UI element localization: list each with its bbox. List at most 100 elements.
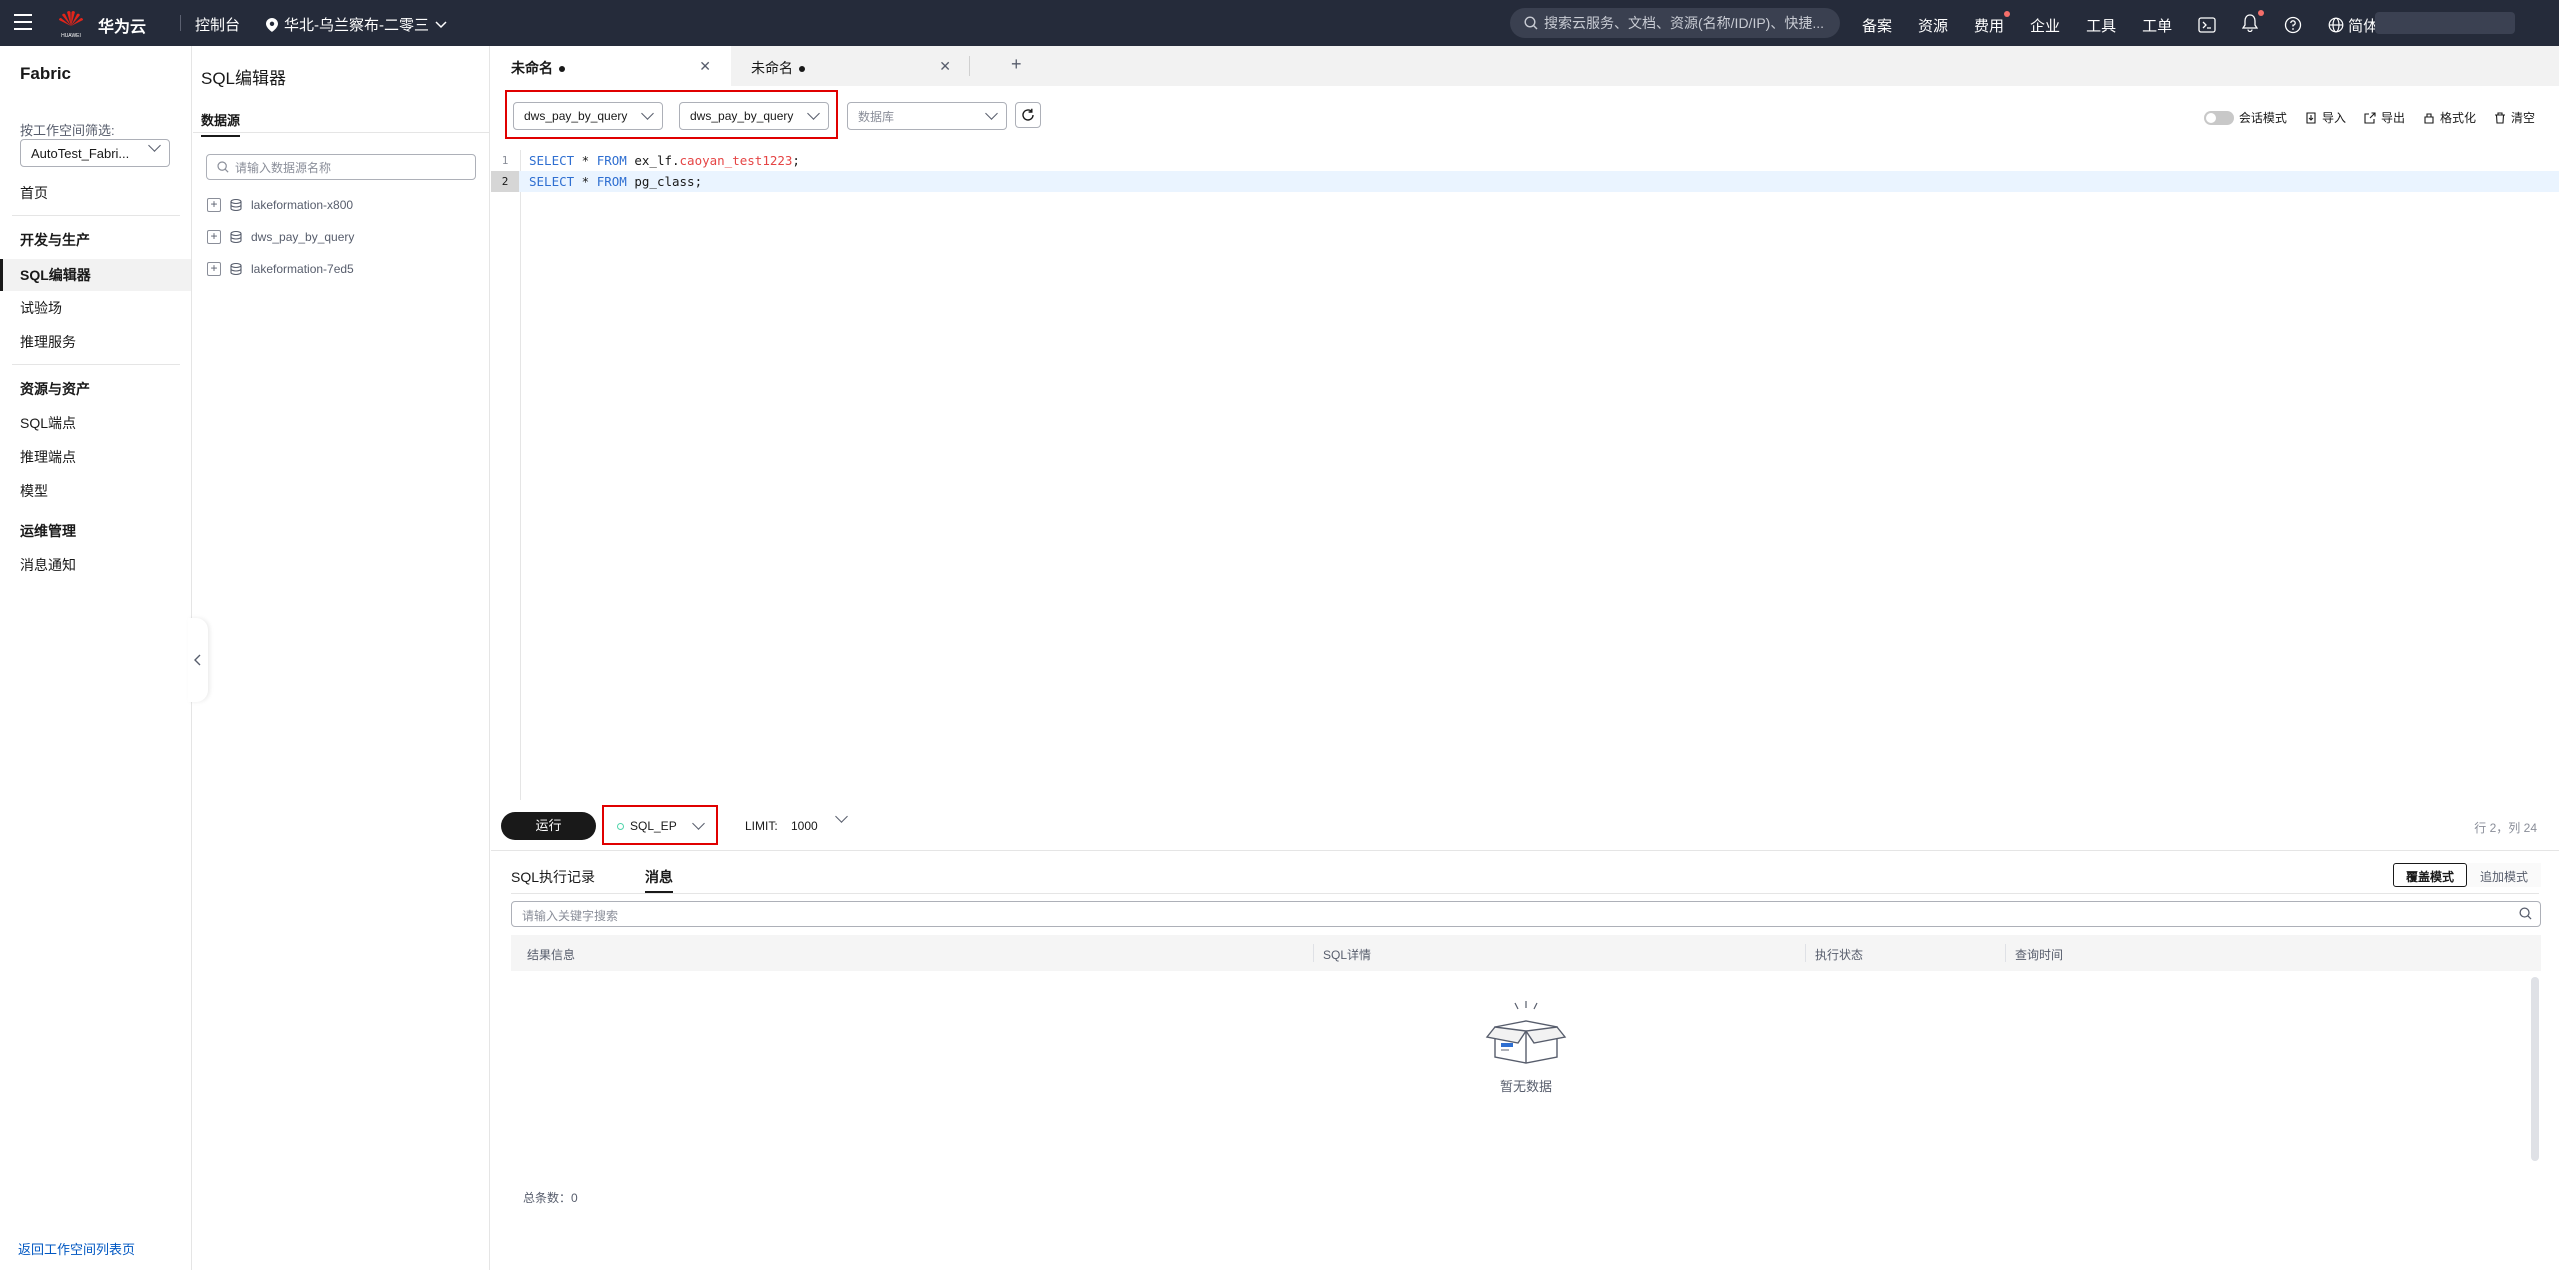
vertical-scrollbar[interactable] [2531, 977, 2539, 1161]
language-selector[interactable]: 简体 [2328, 15, 2378, 36]
nav-group-dev: 开发与生产 [20, 232, 90, 248]
append-mode-button[interactable]: 追加模式 [2466, 863, 2541, 887]
database-icon [230, 230, 242, 244]
export-button[interactable]: 导出 [2364, 109, 2405, 126]
code-token: * [574, 174, 597, 189]
refresh-button[interactable] [1015, 102, 1041, 128]
datasource-name: dws_pay_by_query [251, 230, 355, 244]
clear-button[interactable]: 清空 [2494, 109, 2535, 126]
top-links: 备案 资源 费用 企业 工具 工单 简体 [1862, 10, 2378, 36]
nav-item-sql-editor[interactable]: SQL编辑器 [20, 265, 91, 285]
expand-icon[interactable]: + [207, 198, 221, 212]
add-tab-icon[interactable]: + [1011, 54, 1022, 75]
nav-group-ops: 运维管理 [20, 523, 76, 539]
sql-code-editor[interactable]: 1 SELECT * FROM ex_lf.caoyan_test1223; 2… [491, 150, 2559, 800]
workspace-select[interactable]: AutoTest_Fabri... [20, 139, 170, 167]
import-icon [2306, 111, 2316, 124]
user-account[interactable] [2375, 12, 2515, 34]
datasource-select[interactable]: dws_pay_by_query [513, 102, 663, 130]
divider [969, 56, 970, 76]
sql-keyword: SELECT [529, 174, 575, 189]
import-button[interactable]: 导入 [2305, 109, 2346, 126]
collapse-panel-button[interactable] [188, 618, 208, 702]
datasource-tree-item[interactable]: + lakeformation-x800 [207, 198, 353, 212]
menu-icon[interactable] [14, 14, 32, 30]
close-icon[interactable]: ✕ [699, 58, 711, 74]
nav-group-resources: 资源与资产 [20, 381, 90, 397]
editor-tabs: 未命名 ✕ 未命名 ✕ + [491, 46, 2559, 86]
expand-icon[interactable]: + [207, 262, 221, 276]
top-link-tools[interactable]: 工具 [2086, 15, 2116, 36]
results-search-input[interactable]: 请输入关键字搜索 [511, 901, 2541, 927]
empty-state: 暂无数据 [1466, 999, 1586, 1095]
line-number: 1 [501, 154, 509, 167]
divider [180, 15, 181, 31]
code-text: SELECT * FROM pg_class; [529, 171, 702, 192]
code-token: ; [792, 153, 800, 168]
nav-item-inference-endpoint[interactable]: 推理端点 [20, 447, 76, 467]
results-table-header: 结果信息 SQL详情 执行状态 查询时间 [511, 935, 2541, 971]
expand-icon[interactable]: + [207, 230, 221, 244]
back-to-workspace-list-link[interactable]: 返回工作空间列表页 [18, 1239, 135, 1258]
code-line[interactable]: 1 SELECT * FROM ex_lf.caoyan_test1223; [491, 150, 2559, 171]
left-nav: Fabric 按工作空间筛选: AutoTest_Fabri... 首页 开发与… [0, 46, 192, 1270]
datasource-search-placeholder: 请输入数据源名称 [235, 160, 332, 175]
tab-messages[interactable]: 消息 [645, 867, 673, 893]
datasource-tree-item[interactable]: + lakeformation-7ed5 [207, 262, 354, 276]
session-mode-toggle[interactable]: 会话模式 [2203, 109, 2287, 126]
mode-switch: 覆盖模式 追加模式 [2392, 863, 2541, 887]
format-button[interactable]: 格式化 [2423, 109, 2476, 126]
nav-item-sql-endpoint[interactable]: SQL端点 [20, 413, 76, 433]
region-selector[interactable]: 华北-乌兰察布-二零三 [266, 14, 447, 35]
divider [193, 132, 490, 133]
total-count: 总条数：0 [523, 1191, 578, 1205]
top-link-tickets[interactable]: 工单 [2142, 15, 2172, 36]
line-number-gutter [491, 150, 521, 800]
terminal-icon[interactable] [2198, 17, 2216, 33]
nav-item-notifications[interactable]: 消息通知 [20, 555, 76, 575]
catalog-select-value: dws_pay_by_query [690, 109, 794, 123]
overwrite-mode-button[interactable]: 覆盖模式 [2392, 863, 2467, 887]
line-number: 2 [491, 171, 519, 192]
unsaved-dot [799, 66, 805, 73]
tab-editor-1[interactable]: 未命名 ✕ [491, 46, 731, 86]
tab-sql-history[interactable]: SQL执行记录 [511, 867, 595, 887]
limit-chevron-down-icon[interactable] [835, 810, 848, 823]
top-link-enterprise[interactable]: 企业 [2030, 15, 2060, 36]
nav-item-home[interactable]: 首页 [20, 183, 48, 203]
code-line-current[interactable]: 2 SELECT * FROM pg_class; [491, 171, 2559, 192]
brand-name[interactable]: 华为云 [98, 13, 146, 37]
nav-item-playground[interactable]: 试验场 [20, 298, 62, 318]
endpoint-select[interactable]: SQL_EP [607, 812, 713, 840]
toggle-switch[interactable] [2203, 110, 2234, 125]
editor-area: 未命名 ✕ 未命名 ✕ + dws_pay_by_query dws_pay_b… [491, 46, 2559, 1270]
run-button[interactable]: 运行 [501, 812, 596, 840]
divider [12, 364, 180, 365]
datasource-search-input[interactable]: 请输入数据源名称 [206, 154, 476, 180]
database-select[interactable]: 数据库 [847, 102, 1007, 130]
huawei-logo-icon[interactable]: HUAWEI [54, 6, 88, 40]
top-link-billing[interactable]: 费用 [1974, 10, 2011, 36]
console-link[interactable]: 控制台 [195, 14, 240, 35]
top-link-beian[interactable]: 备案 [1862, 15, 1892, 36]
top-link-resources[interactable]: 资源 [1918, 15, 1948, 36]
editor-tools: 会话模式 导入 导出 格式化 清空 [2203, 109, 2535, 126]
column-divider [1313, 944, 1314, 962]
tab-editor-2[interactable]: 未命名 ✕ [731, 46, 971, 86]
limit-select[interactable]: 1000 [791, 819, 818, 833]
search-icon[interactable] [2519, 907, 2532, 920]
import-label: 导入 [2321, 111, 2346, 125]
trash-icon [2494, 111, 2505, 124]
catalog-select[interactable]: dws_pay_by_query [679, 102, 829, 130]
datasource-tree-item[interactable]: + dws_pay_by_query [207, 230, 354, 244]
search-icon [217, 161, 229, 173]
help-icon[interactable] [2284, 16, 2302, 34]
endpoint-select-value: SQL_EP [630, 819, 677, 833]
close-icon[interactable]: ✕ [939, 58, 951, 74]
bell-icon[interactable] [2241, 10, 2265, 36]
nav-item-model[interactable]: 模型 [20, 481, 48, 501]
nav-item-inference-service[interactable]: 推理服务 [20, 332, 76, 352]
top-bar: HUAWEI 华为云 控制台 华北-乌兰察布-二零三 搜索云服务、文档、资源(名… [0, 0, 2559, 46]
global-search-input[interactable]: 搜索云服务、文档、资源(名称/ID/IP)、快捷... [1510, 8, 1840, 38]
clear-label: 清空 [2510, 111, 2535, 125]
